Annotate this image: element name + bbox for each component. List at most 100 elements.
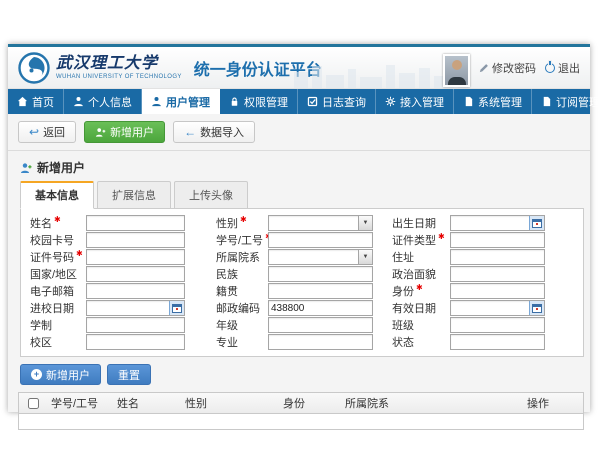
field-input[interactable] <box>87 233 184 247</box>
form-field: 民族 <box>212 267 384 281</box>
field-input[interactable] <box>269 216 358 230</box>
table-column-header: 身份 <box>279 395 341 411</box>
nav-item-5[interactable]: 接入管理 <box>376 89 454 114</box>
form-field: 出生日期 <box>388 216 578 230</box>
field-input[interactable] <box>451 284 544 298</box>
calendar-glyph <box>532 219 542 228</box>
back-button[interactable]: ↩ 返回 <box>18 121 76 143</box>
field-input[interactable] <box>269 267 372 281</box>
calendar-icon[interactable] <box>169 301 184 315</box>
section-header: 新增用户 <box>8 151 590 181</box>
field-input[interactable] <box>269 335 372 349</box>
form-field: 校区 <box>26 335 208 349</box>
field-label: 证件类型✱ <box>388 232 450 248</box>
data-import-button[interactable]: ← 数据导入 <box>173 121 255 143</box>
field-input[interactable] <box>87 301 169 315</box>
calendar-icon[interactable] <box>529 216 544 230</box>
header-user-area: 修改密码 退出 <box>443 54 580 81</box>
form-field: 状态 <box>388 335 578 349</box>
field-label: 状态 <box>388 334 450 350</box>
required-marker: ✱ <box>416 283 423 292</box>
field-input[interactable] <box>451 267 544 281</box>
nav-item-6[interactable]: 系统管理 <box>454 89 532 114</box>
form-field: 政治面貌 <box>388 267 578 281</box>
field-input[interactable] <box>451 216 529 230</box>
users-table-header: 学号/工号姓名性别身份所属院系操作 <box>19 393 583 414</box>
calendar-icon[interactable] <box>529 301 544 315</box>
tab-2[interactable]: 上传头像 <box>174 181 248 209</box>
field-input[interactable] <box>87 216 184 230</box>
input-box <box>450 232 545 248</box>
field-input[interactable] <box>87 267 184 281</box>
document-icon <box>541 96 552 107</box>
calendar-glyph <box>172 304 182 313</box>
form-field: 国家/地区 <box>26 267 208 281</box>
select-all-cell <box>19 398 47 409</box>
new-user-toolbar-label: 新增用户 <box>110 124 154 140</box>
dropdown-arrow-icon[interactable]: ▼ <box>358 250 372 264</box>
form-field: 身份✱ <box>388 284 578 298</box>
field-label: 邮政编码 <box>212 300 268 316</box>
nav-item-label: 接入管理 <box>400 94 444 110</box>
nav-item-2[interactable]: 用户管理 <box>142 89 220 114</box>
field-label: 学制 <box>26 317 86 333</box>
field-input[interactable] <box>87 318 184 332</box>
reset-button[interactable]: 重置 <box>107 364 151 385</box>
logout-link[interactable]: 退出 <box>545 60 580 76</box>
form-field: 证件号码✱ <box>26 250 208 264</box>
nav-item-4[interactable]: 日志查询 <box>298 89 376 114</box>
input-box <box>450 283 545 299</box>
plus-circle-icon: + <box>31 369 42 380</box>
input-box: ▼ <box>268 215 373 231</box>
field-input[interactable] <box>87 250 184 264</box>
field-input[interactable] <box>451 301 529 315</box>
nav-item-label: 订阅管理 <box>556 94 600 110</box>
field-input[interactable] <box>451 318 544 332</box>
field-input[interactable] <box>451 233 544 247</box>
field-input[interactable] <box>269 318 372 332</box>
university-brand: 武汉理工大学 WUHAN UNIVERSITY OF TECHNOLOGY <box>56 56 182 80</box>
tab-0[interactable]: 基本信息 <box>20 181 94 209</box>
submit-add-user-button[interactable]: + 新增用户 <box>20 364 101 385</box>
field-input[interactable] <box>451 335 544 349</box>
import-arrow-icon: ← <box>184 126 196 138</box>
page-background: 武汉理工大学 WUHAN UNIVERSITY OF TECHNOLOGY 统一… <box>0 0 600 450</box>
user-icon <box>73 96 84 107</box>
field-input[interactable] <box>87 335 184 349</box>
power-icon <box>545 63 555 73</box>
nav-item-1[interactable]: 个人信息 <box>64 89 142 114</box>
form-field: 专业 <box>212 335 384 349</box>
field-input[interactable] <box>269 233 372 247</box>
form-field: 进校日期 <box>26 301 208 315</box>
new-user-toolbar-button[interactable]: 新增用户 <box>84 121 165 143</box>
select-all-checkbox[interactable] <box>28 398 39 409</box>
field-label: 姓名✱ <box>26 215 86 231</box>
nav-item-0[interactable]: 首页 <box>8 89 64 114</box>
dropdown-arrow-icon[interactable]: ▼ <box>358 216 372 230</box>
input-box <box>86 215 185 231</box>
field-label: 证件号码✱ <box>26 249 86 265</box>
add-user-icon <box>95 127 106 138</box>
form-field: 邮政编码 <box>212 301 384 315</box>
field-label: 校园卡号 <box>26 232 86 248</box>
field-label: 政治面貌 <box>388 266 450 282</box>
field-input[interactable] <box>269 301 372 315</box>
nav-item-7[interactable]: 订阅管理 <box>532 89 600 114</box>
field-label: 电子邮箱 <box>26 283 86 299</box>
input-box <box>268 317 373 333</box>
university-logo <box>18 52 50 84</box>
table-column-header: 性别 <box>181 395 279 411</box>
field-input[interactable] <box>87 284 184 298</box>
field-input[interactable] <box>269 250 358 264</box>
tab-1[interactable]: 扩展信息 <box>97 181 171 209</box>
nav-item-3[interactable]: 权限管理 <box>220 89 298 114</box>
nav-item-label: 首页 <box>32 94 54 110</box>
field-input[interactable] <box>269 284 372 298</box>
change-password-link[interactable]: 修改密码 <box>479 60 536 76</box>
field-input[interactable] <box>451 250 544 264</box>
field-label: 年级 <box>212 317 268 333</box>
field-label: 民族 <box>212 266 268 282</box>
form-field: 电子邮箱 <box>26 284 208 298</box>
user-form: 姓名✱性别✱▼出生日期校园卡号学号/工号✱证件类型✱证件号码✱所属院系▼住址国家… <box>26 216 578 349</box>
main-nav: 首页个人信息用户管理权限管理日志查询接入管理系统管理订阅管理 <box>8 89 590 114</box>
